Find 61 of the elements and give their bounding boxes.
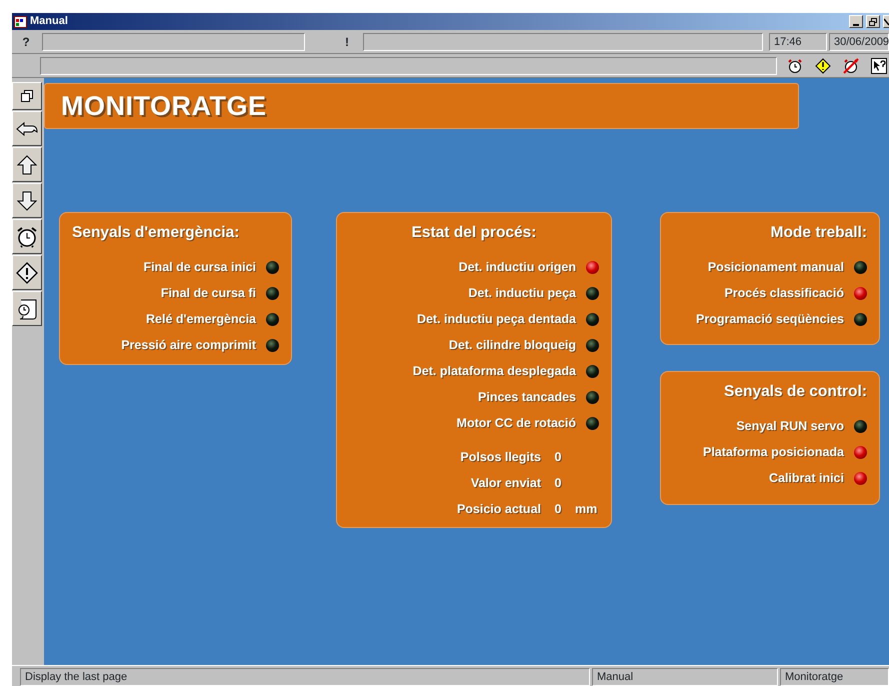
warning-icon[interactable] [815,58,831,74]
close-button[interactable] [883,15,889,28]
signal-label: Calibrat inici [768,470,844,487]
date-display: 30/06/2009 [829,32,889,50]
panel-title: Senyals d'emergència: [72,223,240,243]
value-reading: 0 [554,474,562,492]
alarm-clock-icon[interactable] [787,58,803,74]
time-display: 17:46 [769,32,827,50]
signal-label: Motor CC de rotació [456,414,576,432]
unit-label: mm [575,500,598,518]
status-mode: Manual [592,668,778,686]
signal-label: Pressió aire comprimit [121,336,256,354]
signal-label: Final de cursa fi [160,284,256,302]
panel-title: Senyals de control: [723,382,867,402]
signal-label: Relé d'emergència [146,310,256,328]
signal-label: Posicionament manual [708,258,844,276]
signal-label: Procés classificació [724,284,844,302]
signal-label: Final de cursa inici [143,258,256,276]
restore-button[interactable] [866,15,880,28]
windows-icon [21,90,33,102]
value-label: Posicio actual [456,500,541,518]
close-icon [884,18,889,26]
signal-label: Det. plataforma desplegada [412,362,576,380]
signal-label: Senyal RUN servo [736,418,844,435]
value-label: Valor enviat [470,474,541,492]
status-page: Monitoratge [780,668,889,686]
signal-label: Pinces tancades [478,388,576,406]
alarm-clock-icon [16,226,38,248]
help-symbol: ? [21,34,31,50]
value-reading: 0 [554,448,562,466]
signal-label: Det. inductiu peça [468,284,576,302]
panel-title: Estat del procés: [410,223,538,243]
alert-symbol: ! [344,34,350,50]
window-title: Manual [30,14,69,30]
clock-document-icon [16,298,38,320]
value-label: Polsos llegits [459,448,541,466]
up-button[interactable] [12,147,42,182]
page-title: MONITORATGE [44,83,799,129]
down-button[interactable] [12,183,42,218]
up-arrow-icon [17,154,37,174]
help-pointer-icon[interactable] [871,58,887,74]
minimize-button[interactable] [849,15,863,28]
status-message: Display the last page [20,668,590,686]
alarm-off-icon[interactable] [843,58,859,74]
restore-icon [869,18,877,26]
back-button[interactable] [12,111,42,146]
warning-icon [16,262,38,284]
signal-label: Det. inductiu origen [458,258,576,276]
alarm-clock-button[interactable] [12,219,42,254]
window-button[interactable] [12,82,42,110]
signal-label: Programació seqüències [696,310,844,328]
warning-button[interactable] [12,255,42,290]
signal-label: Det. inductiu peça dentada [416,310,576,328]
down-arrow-icon [17,190,37,210]
signal-label: Plataforma posicionada [702,444,844,461]
signal-label: Det. cilindre bloqueig [448,336,576,354]
app-icon [14,16,27,28]
back-arrow-icon [16,120,38,136]
alarm-log-button[interactable] [12,291,42,326]
value-reading: 0 [554,500,562,518]
panel-title: Mode treball: [770,223,867,243]
